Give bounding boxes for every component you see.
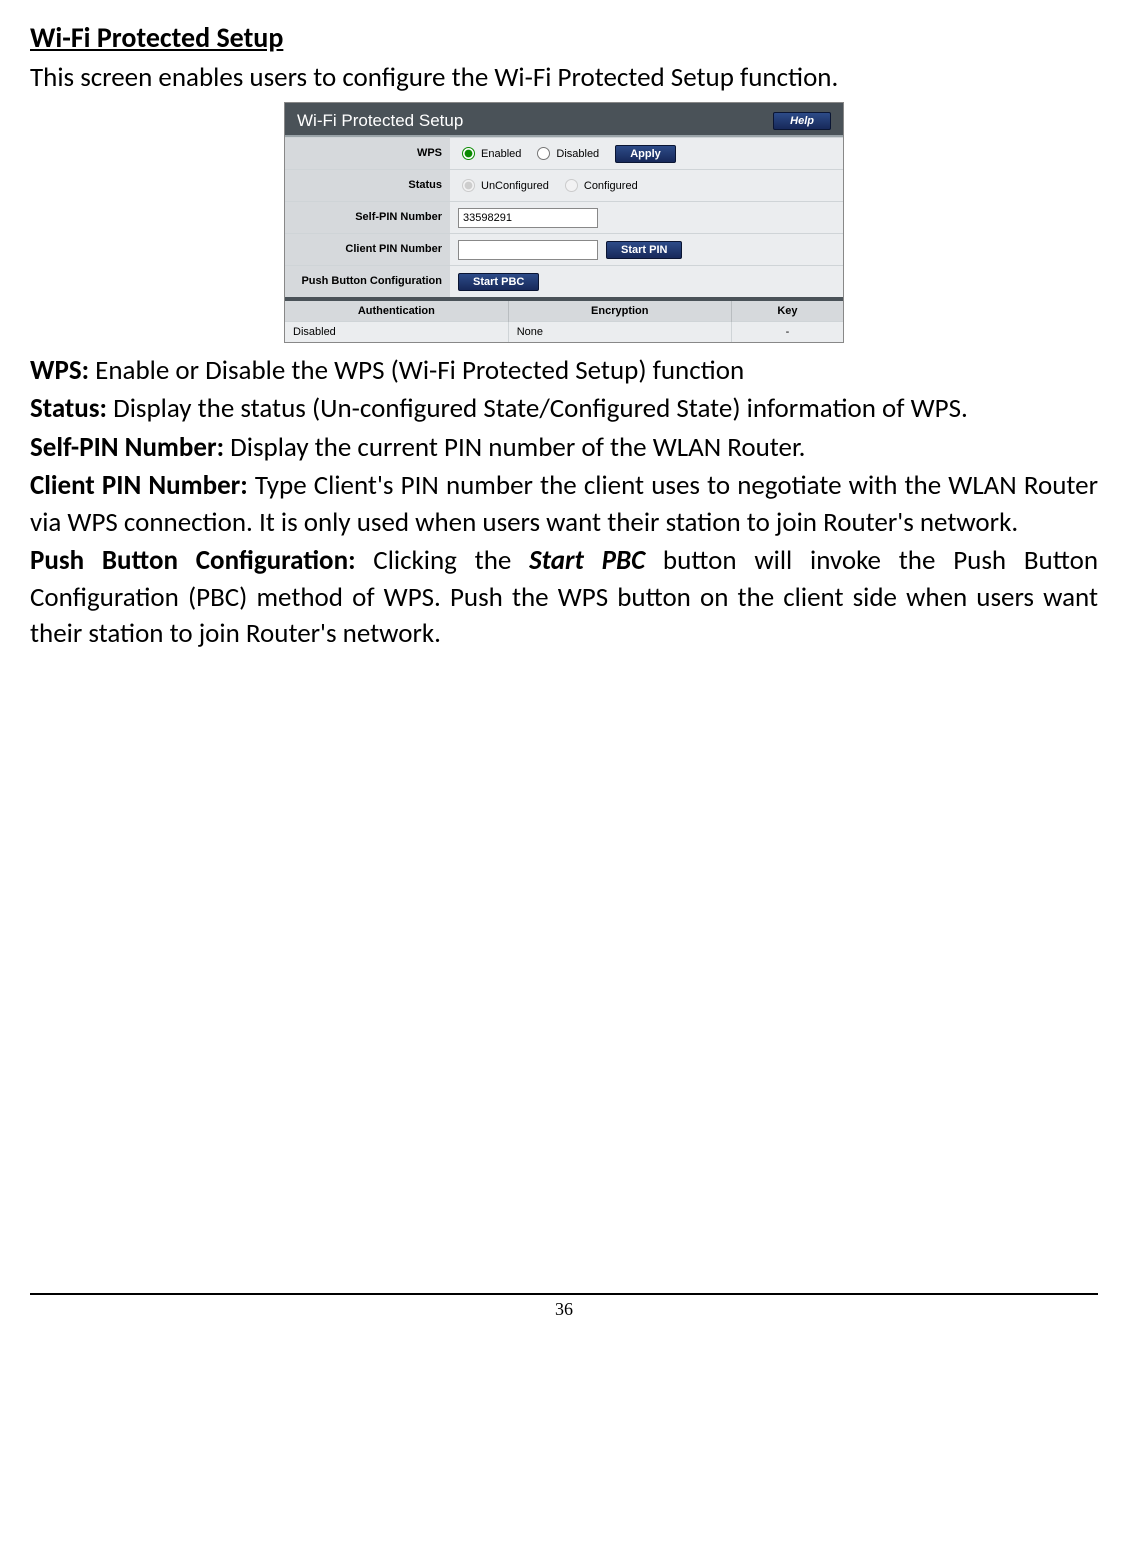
help-button[interactable]: Help xyxy=(773,112,831,130)
th-key: Key xyxy=(731,299,843,322)
wps-disabled-label: Disabled xyxy=(556,148,599,160)
desc-pbc: Push Button Configuration: Clicking the … xyxy=(30,543,1098,652)
wps-enabled-radio[interactable] xyxy=(462,147,475,160)
page-number: 36 xyxy=(555,1299,573,1319)
panel-header: Wi-Fi Protected Setup Help xyxy=(285,103,843,137)
status-label: Status xyxy=(285,170,450,201)
desc-status: Status: Display the status (Un-configure… xyxy=(30,391,1098,427)
panel-title: Wi-Fi Protected Setup xyxy=(297,111,463,131)
status-row: Status UnConfigured Configured xyxy=(285,169,843,201)
th-encryption: Encryption xyxy=(508,299,731,322)
desc-clientpin: Client PIN Number: Type Client's PIN num… xyxy=(30,468,1098,541)
wps-row: WPS Enabled Disabled Apply xyxy=(285,137,843,169)
start-pbc-button[interactable]: Start PBC xyxy=(458,273,539,291)
wps-disabled-radio[interactable] xyxy=(537,147,550,160)
pbc-row: Push Button Configuration Start PBC xyxy=(285,265,843,297)
selfpin-row: Self-PIN Number xyxy=(285,201,843,233)
wps-label: WPS xyxy=(285,138,450,169)
desc-status-label: Status: xyxy=(30,392,107,425)
status-configured-radio xyxy=(565,179,578,192)
intro-text: This screen enables users to configure t… xyxy=(30,61,1098,94)
table-row: Disabled None - xyxy=(285,322,843,343)
page-footer: 36 xyxy=(30,1293,1098,1320)
selfpin-field xyxy=(450,202,843,233)
section-title: Wi-Fi Protected Setup xyxy=(30,20,1098,55)
desc-pbc-bold: Start PBC xyxy=(529,544,645,577)
desc-selfpin: Self-PIN Number: Display the current PIN… xyxy=(30,430,1098,466)
desc-clientpin-label: Client PIN Number: xyxy=(30,469,248,502)
clientpin-row: Client PIN Number Start PIN xyxy=(285,233,843,265)
wps-enabled-label: Enabled xyxy=(481,148,521,160)
th-authentication: Authentication xyxy=(285,299,508,322)
desc-pbc-label: Push Button Configuration: xyxy=(30,544,356,577)
form-area: WPS Enabled Disabled Apply Status UnConf… xyxy=(285,137,843,297)
desc-selfpin-label: Self-PIN Number: xyxy=(30,431,224,464)
status-unconfigured-label: UnConfigured xyxy=(481,180,549,192)
status-table: Authentication Encryption Key Disabled N… xyxy=(285,297,843,342)
status-field: UnConfigured Configured xyxy=(450,170,843,201)
clientpin-field: Start PIN xyxy=(450,234,843,265)
td-key: - xyxy=(731,322,843,343)
pbc-label: Push Button Configuration xyxy=(285,266,450,297)
desc-selfpin-text: Display the current PIN number of the WL… xyxy=(224,431,805,464)
desc-wps-text: Enable or Disable the WPS (Wi-Fi Protect… xyxy=(89,354,744,387)
desc-status-text: Display the status (Un-configured State/… xyxy=(107,392,968,425)
apply-button[interactable]: Apply xyxy=(615,145,676,163)
status-configured-label: Configured xyxy=(584,180,638,192)
descriptions-block: WPS: Enable or Disable the WPS (Wi-Fi Pr… xyxy=(30,353,1098,653)
clientpin-label: Client PIN Number xyxy=(285,234,450,265)
wps-config-panel: Wi-Fi Protected Setup Help WPS Enabled D… xyxy=(284,102,844,343)
pbc-field: Start PBC xyxy=(450,266,843,297)
clientpin-input[interactable] xyxy=(458,240,598,260)
td-encryption: None xyxy=(508,322,731,343)
desc-wps-label: WPS: xyxy=(30,354,89,387)
desc-wps: WPS: Enable or Disable the WPS (Wi-Fi Pr… xyxy=(30,353,1098,389)
td-authentication: Disabled xyxy=(285,322,508,343)
start-pin-button[interactable]: Start PIN xyxy=(606,241,682,259)
selfpin-label: Self-PIN Number xyxy=(285,202,450,233)
selfpin-input xyxy=(458,208,598,228)
wps-field: Enabled Disabled Apply xyxy=(450,138,843,169)
status-unconfigured-radio xyxy=(462,179,475,192)
desc-pbc-text1: Clicking the xyxy=(356,544,530,577)
